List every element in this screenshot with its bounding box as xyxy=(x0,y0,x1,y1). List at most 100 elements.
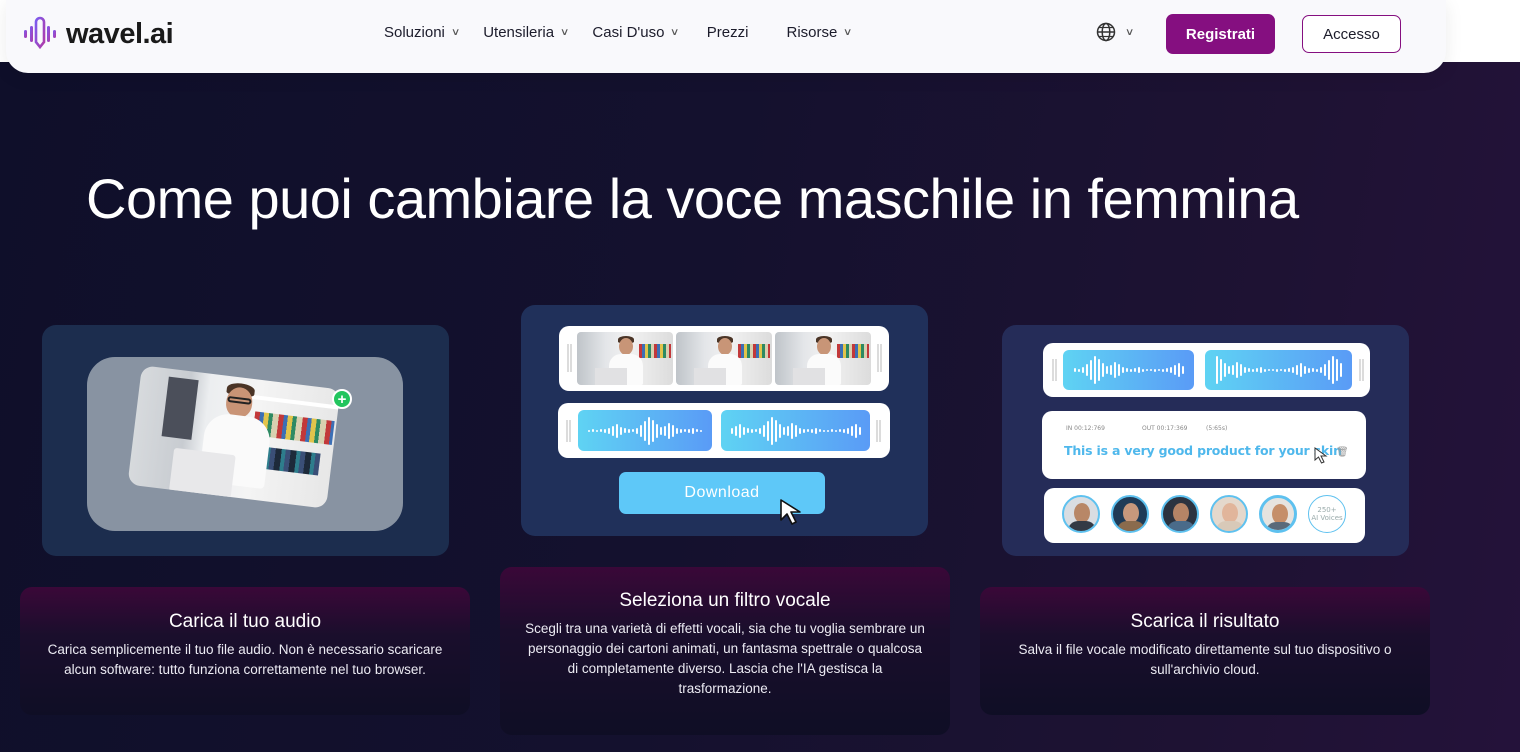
uploaded-photo xyxy=(127,365,341,509)
waveform-bar xyxy=(802,428,805,433)
waveform-bar xyxy=(1291,367,1294,373)
waveform-bar xyxy=(1275,368,1278,372)
audio-timeline xyxy=(1043,343,1370,397)
nav-label: Prezzi xyxy=(706,24,749,41)
cursor-icon xyxy=(1314,447,1328,464)
waveform-bar xyxy=(612,425,614,436)
waveform-bar xyxy=(1145,369,1148,371)
waveform-bar xyxy=(1267,369,1270,371)
waveform-bar xyxy=(774,419,777,442)
waveform-bar xyxy=(1299,363,1302,377)
nav-item-prezzi[interactable]: Prezzi xyxy=(707,24,749,41)
waveform-bar xyxy=(660,426,662,435)
waveform-bar xyxy=(1311,368,1314,372)
waveform-bar xyxy=(632,429,634,432)
nav-item-casi-duso[interactable]: Casi D'uso ∨ xyxy=(592,24,680,41)
waveform-bar xyxy=(1073,368,1076,372)
audio-timeline xyxy=(558,403,890,458)
waveform-bar xyxy=(672,424,674,437)
waveform-bar xyxy=(1113,362,1116,378)
waveform-bar xyxy=(700,429,702,432)
page-title: Come puoi cambiare la voce maschile in f… xyxy=(86,167,1299,230)
waveform-bar xyxy=(1181,366,1184,374)
waveform-bar xyxy=(1215,356,1218,384)
waveform-bar xyxy=(1077,368,1080,372)
waveform-bar xyxy=(806,429,809,432)
waveform-bar xyxy=(640,424,642,437)
waveform-bar xyxy=(746,428,749,433)
navbar: wavel.ai Soluzioni ∨ Utensileria ∨ Casi … xyxy=(6,0,1446,73)
nav-label: Casi D'uso xyxy=(592,24,665,41)
step-description: Salva il file vocale modificato direttam… xyxy=(1018,642,1392,677)
subtitle-duration: (5:65s) xyxy=(1206,425,1228,432)
logo[interactable]: wavel.ai xyxy=(22,16,174,52)
waveform-bar xyxy=(688,428,690,433)
waveform xyxy=(721,410,870,451)
waveform-bar xyxy=(794,424,797,437)
waveform-bar xyxy=(644,420,646,441)
nav-item-risorse[interactable]: Risorse ∨ xyxy=(786,24,852,41)
more-voices-badge: 250+ AI Voices xyxy=(1308,495,1346,533)
add-file-icon: + xyxy=(332,389,352,409)
cursor-icon xyxy=(780,499,801,525)
waveform-bar xyxy=(1255,368,1258,372)
nav-label: Soluzioni xyxy=(384,24,445,41)
waveform-bar xyxy=(676,427,678,434)
waveform-bar xyxy=(1085,364,1088,376)
waveform-bar xyxy=(1227,366,1230,374)
waveform-bar xyxy=(616,423,618,438)
subtitle-editor: IN 00:12:769 OUT 00:17:369 (5:65s) This … xyxy=(1042,411,1366,479)
waveform-bar xyxy=(1263,368,1266,372)
waveform-bar xyxy=(608,427,610,434)
voices-label: AI Voices xyxy=(1311,514,1343,522)
waveform-bar xyxy=(850,425,853,436)
nav-label: Risorse xyxy=(786,24,838,41)
waveform-bar xyxy=(1093,356,1096,384)
waveform-bar xyxy=(636,427,638,434)
waveform-bar xyxy=(1117,364,1120,376)
waveform-bar xyxy=(1133,368,1136,372)
waveform-bar xyxy=(1295,365,1298,375)
voice-avatar-selected xyxy=(1259,495,1297,533)
chevron-down-icon: ∨ xyxy=(670,27,680,38)
nav-item-soluzioni[interactable]: Soluzioni ∨ xyxy=(384,24,460,41)
login-button[interactable]: Accesso xyxy=(1302,15,1401,53)
waveform-bar xyxy=(648,416,650,445)
waveform-bar xyxy=(1165,368,1168,372)
waveform-bar xyxy=(854,423,857,438)
waveform xyxy=(578,410,712,451)
waveform-bar xyxy=(692,427,694,434)
waveform-bar xyxy=(758,427,761,434)
step-title: Scarica il risultato xyxy=(1130,611,1280,632)
waveform-bar xyxy=(762,424,765,437)
waveform-bar xyxy=(766,420,769,441)
waveform xyxy=(1063,350,1194,390)
waveform-bar xyxy=(1247,368,1250,372)
waveform-bar xyxy=(620,426,622,435)
nav-item-utensileria[interactable]: Utensileria ∨ xyxy=(483,24,569,41)
waveform-bar xyxy=(652,419,654,442)
waveform-bar xyxy=(1157,369,1160,371)
voices-count: 250+ xyxy=(1317,505,1337,514)
waveform-bar xyxy=(1141,368,1144,372)
waveform-bar xyxy=(798,427,801,434)
waveform-bar xyxy=(588,429,590,432)
register-button[interactable]: Registrati xyxy=(1166,14,1275,54)
waveform-bar xyxy=(1315,368,1318,372)
waveform-bar xyxy=(838,429,841,432)
step-card-download: Scarica il risultato Salva il file vocal… xyxy=(980,587,1430,715)
waveform-bar xyxy=(1303,366,1306,374)
logo-text: wavel.ai xyxy=(66,17,174,50)
waveform-bar xyxy=(1323,364,1326,376)
language-selector[interactable]: ∨ xyxy=(1096,22,1134,42)
waveform-bar xyxy=(1335,359,1338,381)
waveform-bar xyxy=(842,428,845,433)
waveform-bar xyxy=(814,427,817,434)
waveform-bar xyxy=(846,427,849,434)
nav-label: Utensileria xyxy=(483,24,555,41)
waveform-bar xyxy=(1121,367,1124,373)
waveform-bar xyxy=(730,427,733,434)
voice-avatar xyxy=(1062,495,1100,533)
subtitle-text: This is a very good product for your ski… xyxy=(1064,443,1342,458)
waveform-bar xyxy=(1219,359,1222,381)
